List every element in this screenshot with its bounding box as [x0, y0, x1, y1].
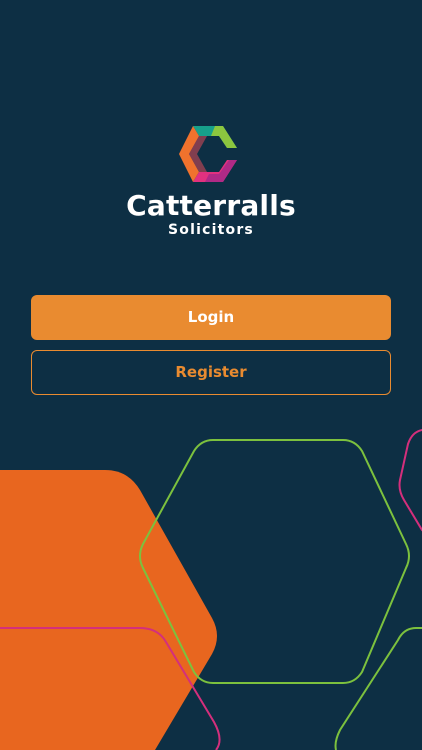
- brand-name: Catterralls: [126, 189, 296, 222]
- login-button[interactable]: Login: [31, 295, 391, 340]
- catteralls-logo-icon: [179, 126, 237, 182]
- logo: Catterralls Solicitors: [0, 118, 422, 238]
- register-button[interactable]: Register: [31, 350, 391, 395]
- pink-hexagon-outline-right: [398, 429, 422, 532]
- splash-screen: Catterralls Solicitors Login Register: [0, 0, 422, 750]
- orange-hexagon-shape: [0, 470, 217, 750]
- green-hexagon-outline-right: [334, 627, 422, 750]
- brand-subtitle: Solicitors: [168, 222, 254, 238]
